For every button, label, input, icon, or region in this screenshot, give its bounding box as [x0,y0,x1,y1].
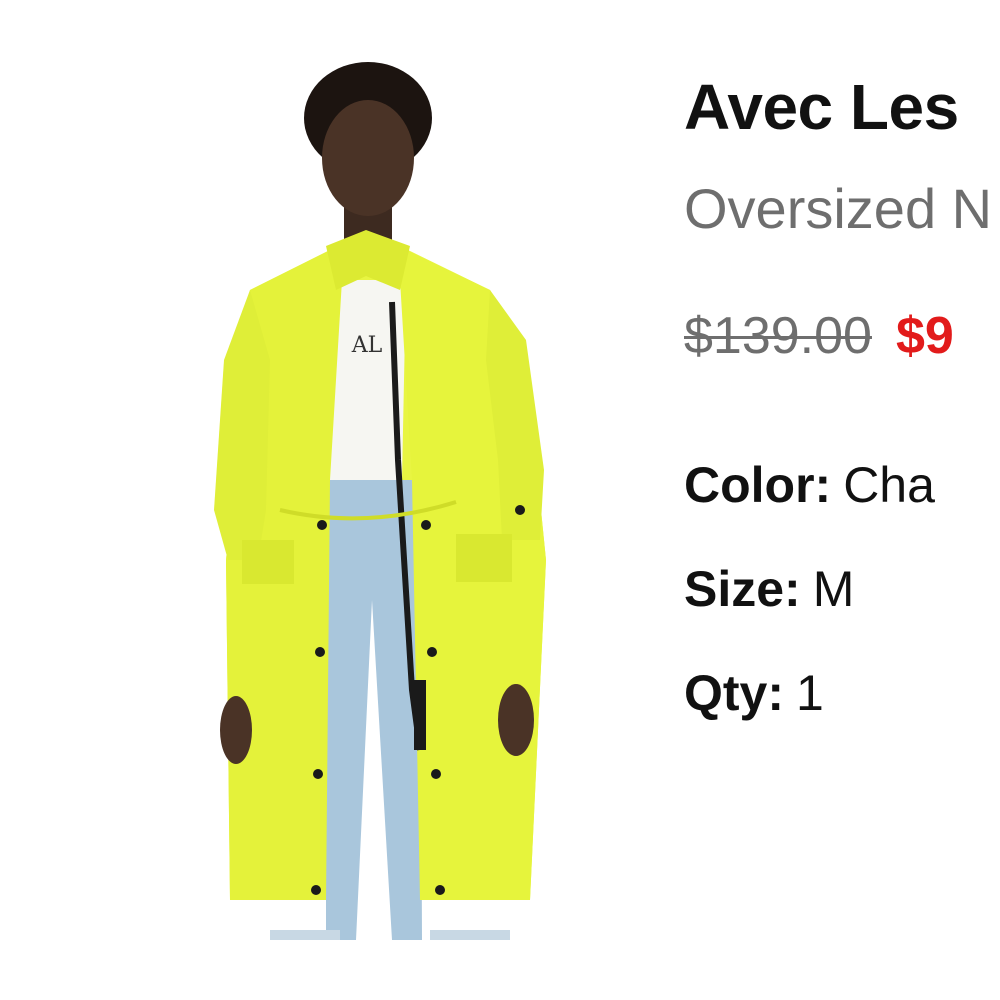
coat-snap [435,885,445,895]
jeans [326,480,422,940]
price-row: $139.00 $9 [684,306,954,366]
color-attribute: Color: Cha [684,456,935,514]
jeans-hem-right [430,930,510,940]
model-face [322,100,414,216]
product-details: Avec Les Oversized N $139.00 $9 Color: Cha… [684,70,1000,770]
jeans-hem-left [270,930,340,940]
color-label: Color: [684,457,832,513]
size-value: M [812,561,855,617]
product-image[interactable]: AL [130,40,650,960]
zipper-pull [414,680,426,750]
product-detail-screen: AL Avec Les Oversized N $139.00 $9 Color… [0,0,1000,1000]
coat-right-pocket [456,534,512,582]
tee-logo: AL [351,333,383,358]
coat-snap [315,647,325,657]
qty-value: 1 [796,665,824,721]
color-value: Cha [843,457,935,513]
coat-snap [317,520,327,530]
product-brand[interactable]: Avec Les [684,70,959,144]
coat-snap [421,520,431,530]
model-left-hand [220,696,252,764]
product-name[interactable]: Oversized N [684,176,992,241]
coat-snap [313,769,323,779]
sale-price: $9 [895,307,954,365]
qty-label: Qty: [684,665,784,721]
size-attribute: Size: M [684,560,854,618]
coat-snap [311,885,321,895]
original-price: $139.00 [684,307,872,365]
coat-snap [515,505,525,515]
coat-left-pocket [242,540,294,584]
model-right-hand [498,684,534,756]
coat-snap [427,647,437,657]
size-label: Size: [684,561,801,617]
qty-attribute: Qty: 1 [684,664,824,722]
coat-snap [431,769,441,779]
